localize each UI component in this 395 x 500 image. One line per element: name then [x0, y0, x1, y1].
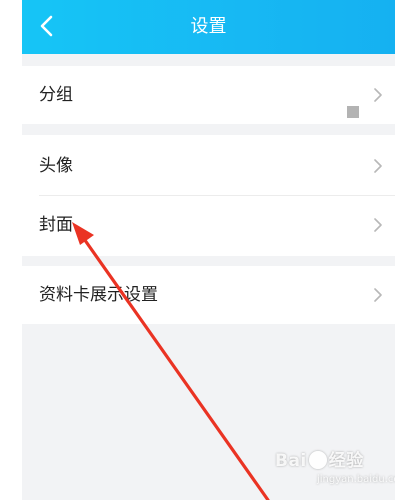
- chevron-left-icon: [40, 15, 53, 37]
- row-label: 资料卡展示设置: [39, 285, 158, 305]
- settings-row-profile-card[interactable]: 资料卡展示设置: [22, 266, 395, 324]
- back-button[interactable]: [32, 11, 62, 41]
- page-title: 设置: [190, 16, 227, 37]
- chevron-right-icon: [374, 159, 382, 173]
- watermark-brand: Bai: [275, 451, 307, 471]
- profile-card-section: 资料卡展示设置: [22, 266, 395, 324]
- watermark-brand-suffix: 经验: [328, 451, 364, 471]
- chevron-right-icon: [374, 218, 382, 232]
- settings-row-group[interactable]: 分组: [22, 66, 395, 124]
- profile-media-section: 头像 封面: [22, 135, 395, 256]
- row-label: 头像: [39, 156, 73, 176]
- group-section: 分组: [22, 66, 395, 124]
- indicator-square: [347, 106, 359, 118]
- row-label: 封面: [39, 215, 73, 235]
- watermark-url: jingyan.baidu.com: [317, 474, 395, 485]
- settings-row-cover[interactable]: 封面: [22, 194, 395, 256]
- chevron-right-icon: [374, 88, 382, 102]
- settings-row-avatar[interactable]: 头像: [22, 135, 395, 197]
- chevron-right-icon: [374, 288, 382, 302]
- title-bar: 设置: [22, 0, 395, 54]
- row-label: 分组: [39, 85, 73, 105]
- watermark-logo: Bai 经验: [275, 446, 364, 471]
- settings-screen: 设置 分组 头像 封面 资料卡展示设置: [22, 0, 395, 500]
- paw-icon: [308, 451, 327, 469]
